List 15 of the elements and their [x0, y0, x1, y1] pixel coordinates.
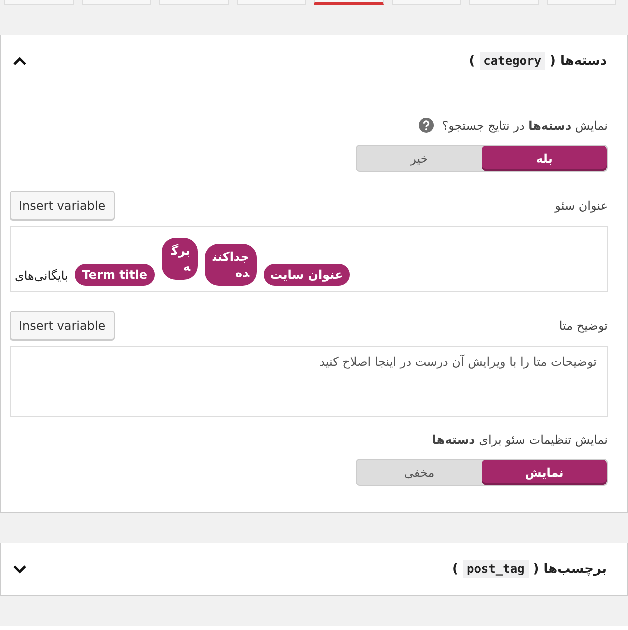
- insert-variable-button[interactable]: Insert variable: [10, 311, 115, 340]
- chevron-down-icon[interactable]: [13, 564, 27, 574]
- toggle-option[interactable]: مخفی: [357, 460, 482, 485]
- help-icon[interactable]: [419, 118, 434, 133]
- field-label: عنوان سئو: [555, 198, 608, 212]
- field-label: توضیح متا: [559, 318, 608, 332]
- toggle-option[interactable]: نمایش: [482, 460, 607, 485]
- field-label: نمایش دسته‌ها در نتایج جستجو؟: [442, 118, 608, 132]
- description-field[interactable]: توضیحات متا را با ویرایش آن درست در اینجا اصلاح کنید: [10, 346, 608, 417]
- insert-variable-button[interactable]: Insert variable: [10, 191, 115, 220]
- toggle-option[interactable]: بله: [482, 146, 607, 171]
- field-label: نمایش تنظیمات سئو برای دسته‌ها: [432, 433, 608, 447]
- chevron-up-icon[interactable]: [13, 56, 27, 66]
- toggle-option[interactable]: خیر: [357, 146, 482, 171]
- tab[interactable]: [314, 0, 384, 5]
